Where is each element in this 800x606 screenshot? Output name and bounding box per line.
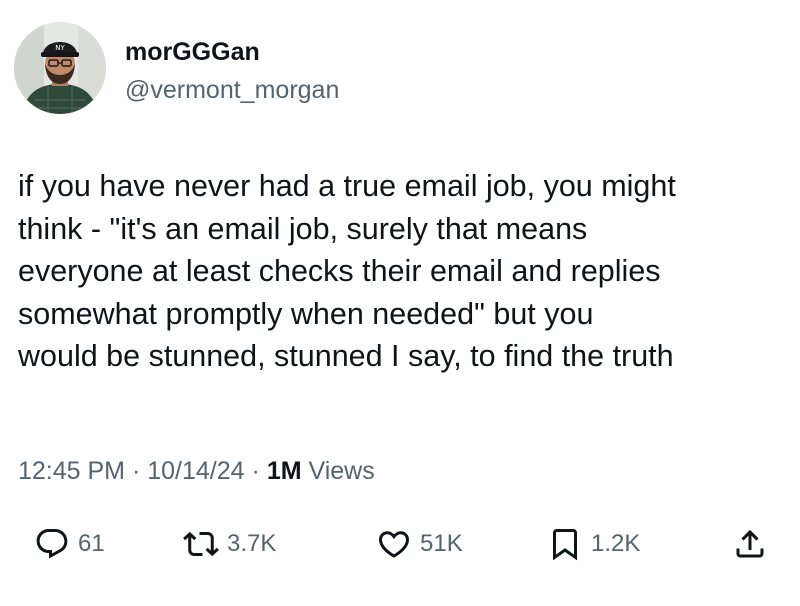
views-label: Views (308, 457, 375, 485)
tweet-text-line: everyone at least checks their email and… (18, 254, 661, 288)
tweet-text: if you have never had a true email job, … (18, 165, 788, 378)
repost-button[interactable]: 3.7K (183, 519, 276, 569)
tweet-text-line: think - "it's an email job, surely that … (18, 211, 588, 246)
bookmark-count: 1.2K (591, 530, 641, 557)
repost-icon (183, 531, 219, 557)
tweet-time[interactable]: 12:45 PM (18, 457, 125, 485)
reply-count: 61 (78, 530, 105, 557)
svg-text:NY: NY (55, 44, 65, 52)
tweet-date[interactable]: 10/14/24 (147, 457, 244, 485)
meta-separator: · (131, 457, 141, 485)
tweet-text-line: if you have never had a true email job, … (18, 169, 676, 203)
views-count: 1M (266, 457, 302, 485)
bookmark-icon (553, 529, 577, 561)
author-handle[interactable]: @vermont_morgan (125, 76, 339, 104)
like-icon (378, 531, 410, 558)
tweet-meta: 12:45 PM · 10/14/24 · 1M Views (18, 456, 375, 486)
repost-count: 3.7K (227, 530, 277, 557)
reply-button[interactable]: 61 (34, 519, 105, 569)
tweet-text-line: would be stunned, stunned I say, to find… (18, 339, 674, 373)
tweet-text-line: somewhat promptly when needed" but you (18, 296, 594, 331)
avatar[interactable]: NY (14, 22, 106, 114)
reply-icon (36, 529, 68, 559)
action-bar: 61 3.7K 51K 1.2K (0, 519, 800, 569)
share-icon (736, 529, 764, 558)
like-button[interactable]: 51K (376, 519, 463, 569)
bookmark-button[interactable]: 1.2K (547, 519, 640, 569)
share-button[interactable] (732, 519, 768, 569)
tweet-card: NY morGGGan @vermont_morgan if you have … (0, 0, 800, 606)
author-display-name[interactable]: morGGGan (125, 38, 260, 66)
like-count: 51K (420, 530, 463, 557)
meta-separator: · (251, 457, 260, 485)
